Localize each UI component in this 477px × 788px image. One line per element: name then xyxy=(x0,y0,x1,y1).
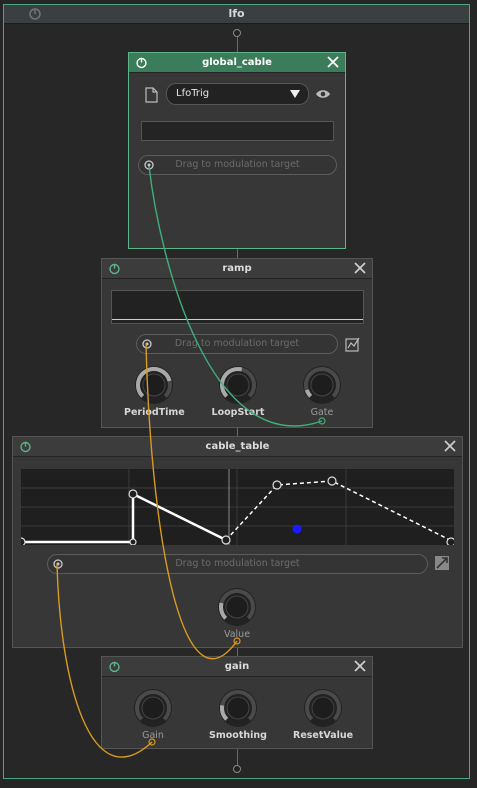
table-point[interactable] xyxy=(272,480,282,490)
drag-to-modulation-target[interactable]: Drag to modulation target xyxy=(138,155,337,175)
table-point[interactable] xyxy=(129,538,137,545)
node-cable-table[interactable]: cable_table Drag to modulation target Va… xyxy=(12,436,463,648)
container-input-port[interactable] xyxy=(233,29,241,37)
knob-cap xyxy=(142,373,166,397)
knob-label: Gate xyxy=(310,407,334,418)
table-cursor xyxy=(292,524,302,534)
node-gain[interactable]: gain Gain Smoothing ResetValue xyxy=(101,656,373,749)
power-icon[interactable] xyxy=(108,660,121,673)
signal-line xyxy=(237,37,238,53)
table-point[interactable] xyxy=(446,537,454,545)
knob-loopstart[interactable]: LoopStart xyxy=(208,365,268,418)
chevron-down-icon xyxy=(290,90,300,98)
signal-line xyxy=(237,749,238,765)
close-icon[interactable] xyxy=(353,659,367,673)
eye-icon[interactable] xyxy=(315,89,331,99)
table-curve-inactive xyxy=(225,480,454,543)
knob-resetvalue[interactable]: ResetValue xyxy=(293,688,353,741)
node-header[interactable]: gain xyxy=(102,657,372,677)
knob-gain[interactable]: Gain xyxy=(123,688,183,741)
knob-dial[interactable] xyxy=(218,688,258,728)
knob-dial[interactable] xyxy=(303,688,343,728)
drag-to-modulation-target[interactable]: Drag to modulation target xyxy=(136,334,338,354)
cable-plug-icon[interactable] xyxy=(142,158,156,172)
knob-periodtime[interactable]: PeriodTime xyxy=(124,365,185,418)
value-display xyxy=(141,121,334,141)
knob-cap xyxy=(226,373,250,397)
knob-cap xyxy=(310,373,334,397)
file-icon[interactable] xyxy=(145,87,158,103)
node-title: gain xyxy=(224,661,250,672)
table-editor[interactable] xyxy=(21,469,454,545)
node-global-cable[interactable]: global_cable LfoTrig Drag to modulation … xyxy=(128,52,346,249)
knob-cap xyxy=(226,696,250,720)
node-title: ramp xyxy=(222,263,252,274)
knob-cap xyxy=(225,595,249,619)
ramp-baseline xyxy=(112,319,363,320)
table-point[interactable] xyxy=(327,476,337,486)
knob-label: LoopStart xyxy=(211,407,265,418)
dropdown-value: LfoTrig xyxy=(176,88,210,99)
cable-plug-icon[interactable] xyxy=(51,557,65,571)
table-curve-active xyxy=(21,491,227,544)
external-edit-icon[interactable] xyxy=(434,555,450,571)
node-header[interactable]: ramp xyxy=(102,259,372,279)
cable-select-dropdown[interactable]: LfoTrig xyxy=(166,83,309,105)
knob-label: PeriodTime xyxy=(124,407,185,418)
drag-label: Drag to modulation target xyxy=(174,338,300,349)
knob-dial[interactable] xyxy=(218,365,258,405)
table-point[interactable] xyxy=(221,535,231,545)
table-point[interactable] xyxy=(21,537,26,545)
knob-dial[interactable] xyxy=(217,587,257,627)
power-icon[interactable] xyxy=(108,262,121,275)
drag-label: Drag to modulation target xyxy=(175,558,300,569)
knob-value[interactable]: Value xyxy=(207,587,267,640)
container-header[interactable]: lfo xyxy=(4,5,469,24)
knob-dial[interactable] xyxy=(302,365,342,405)
close-icon[interactable] xyxy=(353,261,367,275)
knob-cap xyxy=(141,696,165,720)
drag-label: Drag to modulation target xyxy=(175,159,300,170)
knob-cap xyxy=(311,696,335,720)
knob-label: Gain xyxy=(142,730,164,741)
container-title: lfo xyxy=(228,7,245,20)
knob-label: ResetValue xyxy=(293,730,354,741)
external-edit-icon[interactable] xyxy=(345,336,361,352)
knob-label: Smoothing xyxy=(209,730,267,741)
node-canvas[interactable]: lfo global_cable LfoTrig Drag to modulat… xyxy=(0,0,477,788)
drag-to-modulation-target[interactable]: Drag to modulation target xyxy=(47,554,428,574)
power-icon[interactable] xyxy=(135,56,148,69)
knob-dial[interactable] xyxy=(133,688,173,728)
power-icon[interactable] xyxy=(28,7,42,21)
power-icon[interactable] xyxy=(19,440,32,453)
cable-plug-icon[interactable] xyxy=(140,337,154,351)
knob-dial[interactable] xyxy=(134,365,174,405)
node-header[interactable]: global_cable xyxy=(129,53,345,73)
knob-label: Value xyxy=(223,629,251,640)
ramp-display xyxy=(111,290,364,324)
knob-gate[interactable]: Gate xyxy=(292,365,352,418)
node-ramp[interactable]: ramp Drag to modulation target PeriodTim… xyxy=(101,258,373,428)
node-title: global_cable xyxy=(202,57,272,68)
table-point[interactable] xyxy=(128,489,138,499)
close-icon[interactable] xyxy=(326,55,340,69)
node-title: cable_table xyxy=(205,441,270,452)
node-header[interactable]: cable_table xyxy=(13,437,462,457)
close-icon[interactable] xyxy=(443,439,457,453)
table-grid xyxy=(21,469,454,545)
knob-smoothing[interactable]: Smoothing xyxy=(208,688,268,741)
container-output-port[interactable] xyxy=(233,765,241,773)
